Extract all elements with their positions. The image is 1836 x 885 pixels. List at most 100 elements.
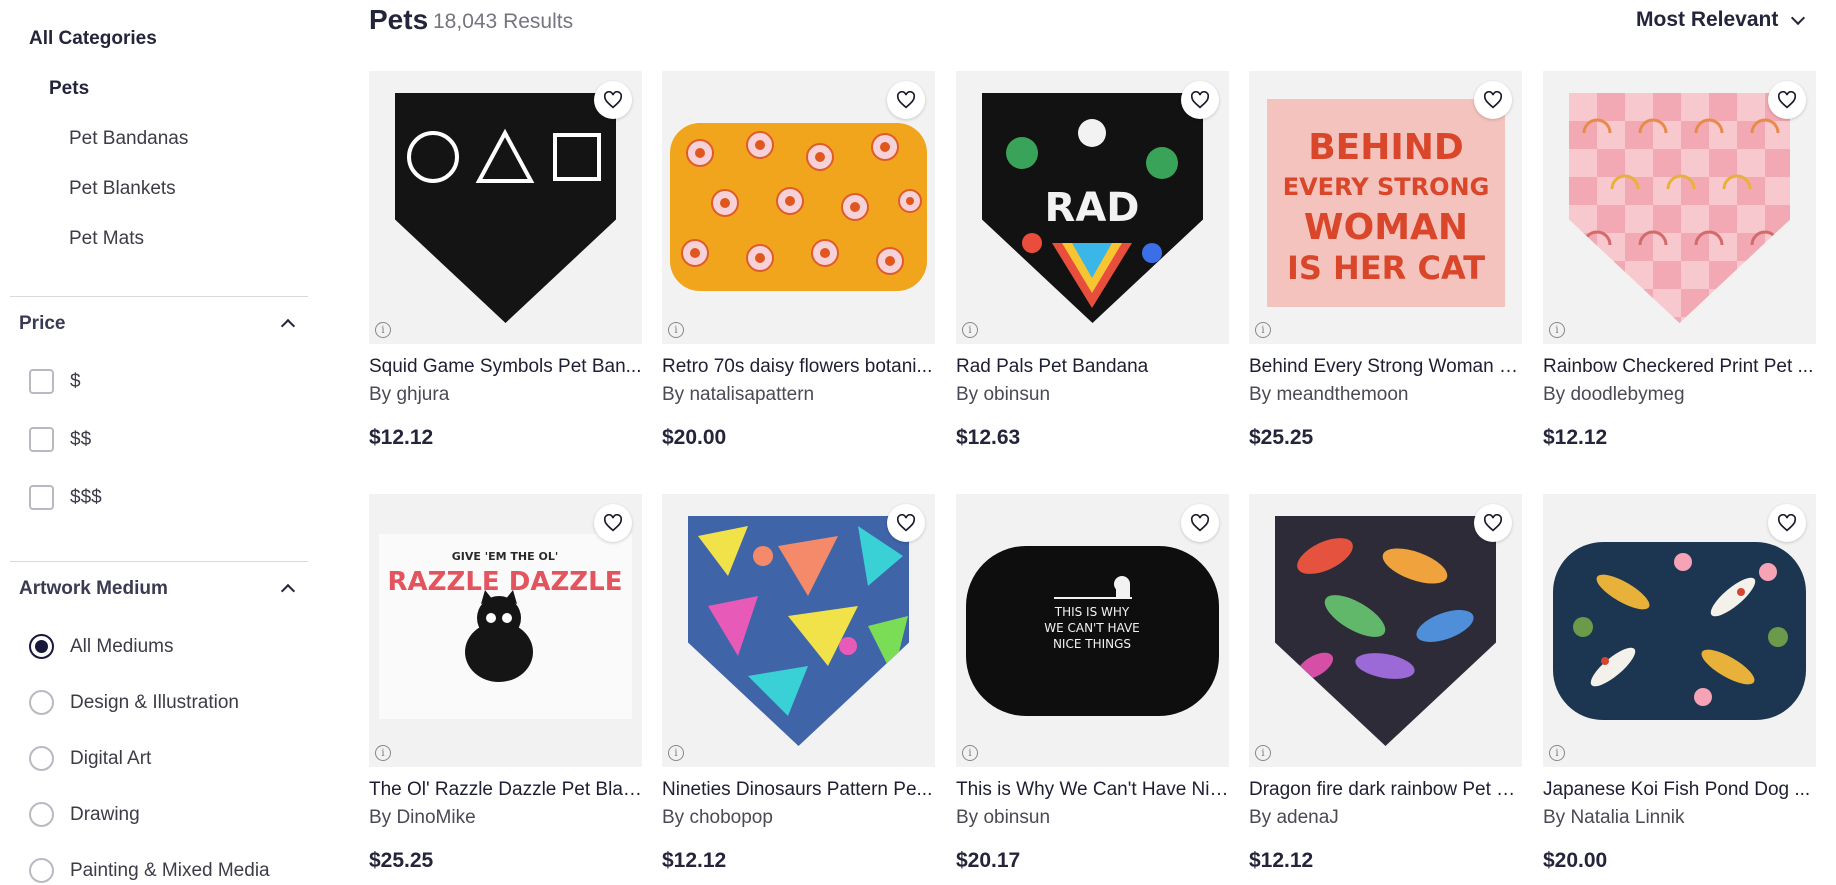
product-image[interactable]: i (662, 494, 935, 767)
product-image[interactable]: i (1249, 494, 1522, 767)
subcategory-pet-bandanas[interactable]: Pet Bandanas (69, 128, 188, 150)
art-text: WOMAN (1304, 207, 1468, 248)
price-filter-title: Price (19, 313, 66, 334)
product-price: $12.12 (1543, 426, 1608, 449)
favorite-button[interactable] (594, 81, 632, 119)
category-all[interactable]: All Categories (29, 28, 157, 50)
sidebar: All Categories Pets Pet Bandanas Pet Bla… (0, 0, 320, 885)
info-icon[interactable]: i (1549, 322, 1565, 338)
favorite-button[interactable] (1181, 81, 1219, 119)
product-card[interactable]: RAD i Rad Pals Pet Bandana By obinsun $1… (956, 71, 1229, 450)
product-card[interactable]: THIS IS WHY WE CAN'T HAVE NICE THINGS i … (956, 494, 1229, 873)
subcategory-pet-blankets[interactable]: Pet Blankets (69, 178, 176, 200)
product-image[interactable]: i (1543, 494, 1816, 767)
info-icon[interactable]: i (668, 745, 684, 761)
product-artist[interactable]: By ghjura (369, 384, 642, 406)
product-image[interactable]: BEHIND EVERY STRONG WOMAN IS HER CAT i (1249, 71, 1522, 344)
medium-option-painting[interactable]: Painting & Mixed Media (29, 858, 270, 883)
product-artist[interactable]: By adenaJ (1249, 807, 1522, 829)
product-card[interactable]: i Rainbow Checkered Print Pet ... By doo… (1543, 71, 1816, 450)
results-count: 18,043 Results (433, 10, 574, 33)
product-artist[interactable]: By obinsun (956, 384, 1229, 406)
product-title[interactable]: Rad Pals Pet Bandana (956, 356, 1229, 378)
product-artist[interactable]: By meandthemoon (1249, 384, 1522, 406)
price-option-2[interactable]: $$ (29, 427, 91, 452)
category-pets[interactable]: Pets (49, 78, 89, 100)
heart-outline-icon (1777, 91, 1797, 109)
product-title[interactable]: Squid Game Symbols Pet Ban... (369, 356, 642, 378)
product-card[interactable]: i Squid Game Symbols Pet Ban... By ghjur… (369, 71, 642, 450)
medium-radio[interactable] (29, 746, 54, 771)
product-title[interactable]: Japanese Koi Fish Pond Dog ... (1543, 779, 1816, 801)
price-checkbox[interactable] (29, 427, 54, 452)
product-card[interactable]: GIVE 'EM THE OL' RAZZLE DAZZLE i The Ol'… (369, 494, 642, 873)
product-image[interactable]: i (369, 71, 642, 344)
medium-option-all[interactable]: All Mediums (29, 634, 173, 659)
price-checkbox[interactable] (29, 485, 54, 510)
info-icon[interactable]: i (668, 322, 684, 338)
favorite-button[interactable] (1181, 504, 1219, 542)
medium-radio[interactable] (29, 802, 54, 827)
art-text: NICE THINGS (1053, 637, 1131, 651)
product-artist[interactable]: By obinsun (956, 807, 1229, 829)
product-title[interactable]: The Ol' Razzle Dazzle Pet Blan... (369, 779, 642, 801)
product-card[interactable]: i Nineties Dinosaurs Pattern Pe... By ch… (662, 494, 935, 873)
product-title[interactable]: Nineties Dinosaurs Pattern Pe... (662, 779, 935, 801)
product-artist[interactable]: By doodlebymeg (1543, 384, 1816, 406)
medium-option-digital[interactable]: Digital Art (29, 746, 151, 771)
product-card[interactable]: i Retro 70s daisy flowers botani... By n… (662, 71, 935, 450)
product-artist[interactable]: By DinoMike (369, 807, 642, 829)
product-title[interactable]: This is Why We Can't Have Nic... (956, 779, 1229, 801)
bandana-art (1275, 516, 1496, 746)
price-filter-header[interactable]: Price (19, 313, 295, 335)
favorite-button[interactable] (1768, 81, 1806, 119)
info-icon[interactable]: i (1549, 745, 1565, 761)
product-card[interactable]: i Japanese Koi Fish Pond Dog ... By Nata… (1543, 494, 1816, 873)
blanket-art: GIVE 'EM THE OL' RAZZLE DAZZLE (379, 534, 632, 719)
product-image[interactable]: i (1543, 71, 1816, 344)
product-card[interactable]: i Dragon fire dark rainbow Pet B... By a… (1249, 494, 1522, 873)
favorite-button[interactable] (1474, 504, 1512, 542)
sort-label: Most Relevant (1636, 8, 1779, 31)
favorite-button[interactable] (1768, 504, 1806, 542)
chevron-down-icon[interactable] (1790, 13, 1804, 27)
medium-option-drawing[interactable]: Drawing (29, 802, 140, 827)
info-icon[interactable]: i (962, 322, 978, 338)
favorite-button[interactable] (1474, 81, 1512, 119)
price-checkbox[interactable] (29, 369, 54, 394)
favorite-button[interactable] (887, 81, 925, 119)
product-image[interactable]: RAD i (956, 71, 1229, 344)
medium-radio-selected[interactable] (29, 634, 54, 659)
product-image[interactable]: i (662, 71, 935, 344)
product-artist[interactable]: By natalisapattern (662, 384, 935, 406)
favorite-button[interactable] (594, 504, 632, 542)
chevron-up-icon[interactable] (281, 582, 295, 596)
product-title[interactable]: Rainbow Checkered Print Pet ... (1543, 356, 1816, 378)
artwork-medium-filter-header[interactable]: Artwork Medium (19, 578, 295, 600)
medium-option-label: Digital Art (70, 747, 152, 769)
chevron-up-icon[interactable] (281, 317, 295, 331)
product-card[interactable]: BEHIND EVERY STRONG WOMAN IS HER CAT i B… (1249, 71, 1522, 450)
product-title[interactable]: Retro 70s daisy flowers botani... (662, 356, 935, 378)
info-icon[interactable]: i (1255, 745, 1271, 761)
product-title[interactable]: Behind Every Strong Woman P... (1249, 356, 1522, 378)
medium-radio[interactable] (29, 690, 54, 715)
info-icon[interactable]: i (1255, 322, 1271, 338)
product-title[interactable]: Dragon fire dark rainbow Pet B... (1249, 779, 1522, 801)
price-option-1[interactable]: $ (29, 369, 81, 394)
product-image[interactable]: THIS IS WHY WE CAN'T HAVE NICE THINGS i (956, 494, 1229, 767)
product-price: $12.12 (662, 849, 727, 872)
sort-dropdown[interactable]: Most Relevant (1636, 8, 1804, 32)
price-option-3[interactable]: $$$ (29, 485, 102, 510)
medium-option-design[interactable]: Design & Illustration (29, 690, 239, 715)
product-artist[interactable]: By chobopop (662, 807, 935, 829)
product-artist[interactable]: By Natalia Linnik (1543, 807, 1816, 829)
heart-outline-icon (603, 514, 623, 532)
info-icon[interactable]: i (375, 745, 391, 761)
info-icon[interactable]: i (962, 745, 978, 761)
medium-radio[interactable] (29, 858, 54, 883)
favorite-button[interactable] (887, 504, 925, 542)
info-icon[interactable]: i (375, 322, 391, 338)
product-image[interactable]: GIVE 'EM THE OL' RAZZLE DAZZLE i (369, 494, 642, 767)
subcategory-pet-mats[interactable]: Pet Mats (69, 228, 144, 250)
